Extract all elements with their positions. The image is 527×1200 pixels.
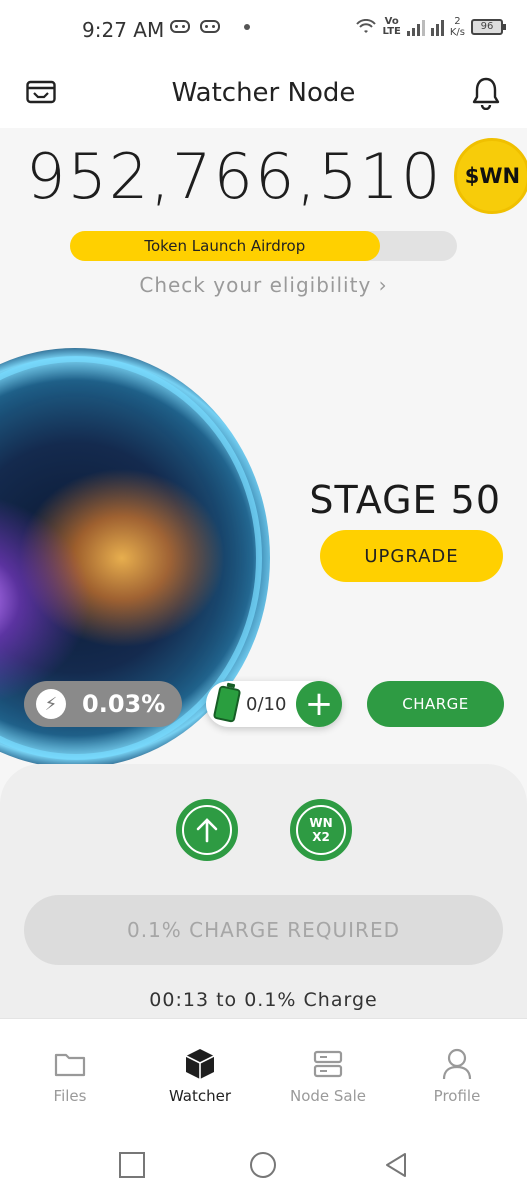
page-title: Watcher Node [171, 78, 356, 108]
status-time: 9:27 AM [82, 18, 165, 42]
charge-percent-badge: ⚡ 0.03% [24, 681, 182, 727]
speed-unit: K/s [449, 27, 465, 38]
system-nav-bar [0, 1128, 527, 1200]
cube-icon [185, 1049, 215, 1079]
multiplier-top: WN [309, 816, 333, 830]
nav-item-watcher[interactable]: Watcher [145, 1047, 255, 1105]
token-logo-icon: $WN [454, 138, 527, 214]
app-header: Watcher Node [0, 60, 527, 128]
stage-label: STAGE 50 [309, 478, 501, 522]
arrow-up-icon [196, 818, 218, 843]
charge-countdown: 00:13 to 0.1% Charge [149, 989, 378, 1011]
main-panel: 952,766,510 $WN Token Launch Airdrop Che… [0, 128, 527, 1018]
network-speed: 2 K/s [450, 16, 465, 38]
charge-button[interactable]: CHARGE [367, 681, 504, 727]
gamepad-icon [200, 20, 220, 33]
charge-required-button[interactable]: 0.1% CHARGE REQUIRED [24, 895, 503, 965]
airdrop-progress-fill: Token Launch Airdrop [70, 231, 380, 261]
speed-value: 2 [454, 16, 461, 27]
volte-indicator: Vo LTE [382, 17, 400, 37]
nav-label-files: Files [53, 1087, 87, 1105]
volte-bottom: LTE [382, 26, 401, 37]
token-balance: 952,766,510 [26, 139, 443, 213]
gamepad-icon [170, 20, 190, 33]
home-button[interactable] [250, 1152, 276, 1178]
person-icon [442, 1048, 472, 1080]
recent-apps-button[interactable] [119, 1152, 145, 1178]
boost-button[interactable] [176, 799, 238, 861]
bell-icon[interactable] [471, 76, 501, 110]
bottom-nav: Files Watcher Node Sale Profile [0, 1018, 527, 1128]
more-notifications-dot [244, 23, 250, 30]
charge-percent: 0.03% [82, 690, 166, 718]
signal-icon-secondary [430, 18, 444, 36]
notification-icons [170, 20, 250, 33]
status-indicators: Vo LTE 2 K/s 96 [356, 16, 506, 38]
nav-label-watcher: Watcher [168, 1087, 232, 1105]
nav-item-files[interactable]: Files [15, 1047, 125, 1105]
battery-charge-icon [212, 685, 242, 723]
back-button[interactable] [383, 1152, 409, 1178]
battery-counter: 0/10 + [206, 681, 342, 727]
nav-item-profile[interactable]: Profile [402, 1047, 512, 1105]
server-icon [313, 1050, 343, 1078]
add-battery-button[interactable]: + [296, 681, 342, 727]
lightning-icon: ⚡ [36, 689, 66, 719]
multiplier-label: WN X2 [309, 816, 332, 844]
nav-item-node-sale[interactable]: Node Sale [273, 1047, 383, 1105]
battery-icon: 96 [471, 19, 506, 35]
balance-row: 952,766,510 $WN [26, 138, 527, 214]
action-card: WN X2 0.1% CHARGE REQUIRED 00:13 to 0.1%… [0, 764, 527, 1018]
multiplier-bottom: X2 [312, 830, 330, 844]
check-eligibility-link[interactable]: Check your eligibility › [0, 273, 527, 297]
upgrade-button[interactable]: UPGRADE [320, 530, 503, 582]
status-bar: 9:27 AM Vo LTE 2 K/s 96 [0, 0, 527, 60]
signal-icon [406, 18, 425, 36]
multiplier-button[interactable]: WN X2 [290, 799, 352, 861]
battery-count: 0/10 [246, 693, 287, 715]
nav-label-profile: Profile [433, 1087, 481, 1105]
nav-label-node-sale: Node Sale [289, 1087, 367, 1105]
wifi-icon [356, 19, 377, 33]
folder-icon [54, 1053, 86, 1077]
airdrop-progress-bar[interactable]: Token Launch Airdrop [70, 231, 457, 261]
